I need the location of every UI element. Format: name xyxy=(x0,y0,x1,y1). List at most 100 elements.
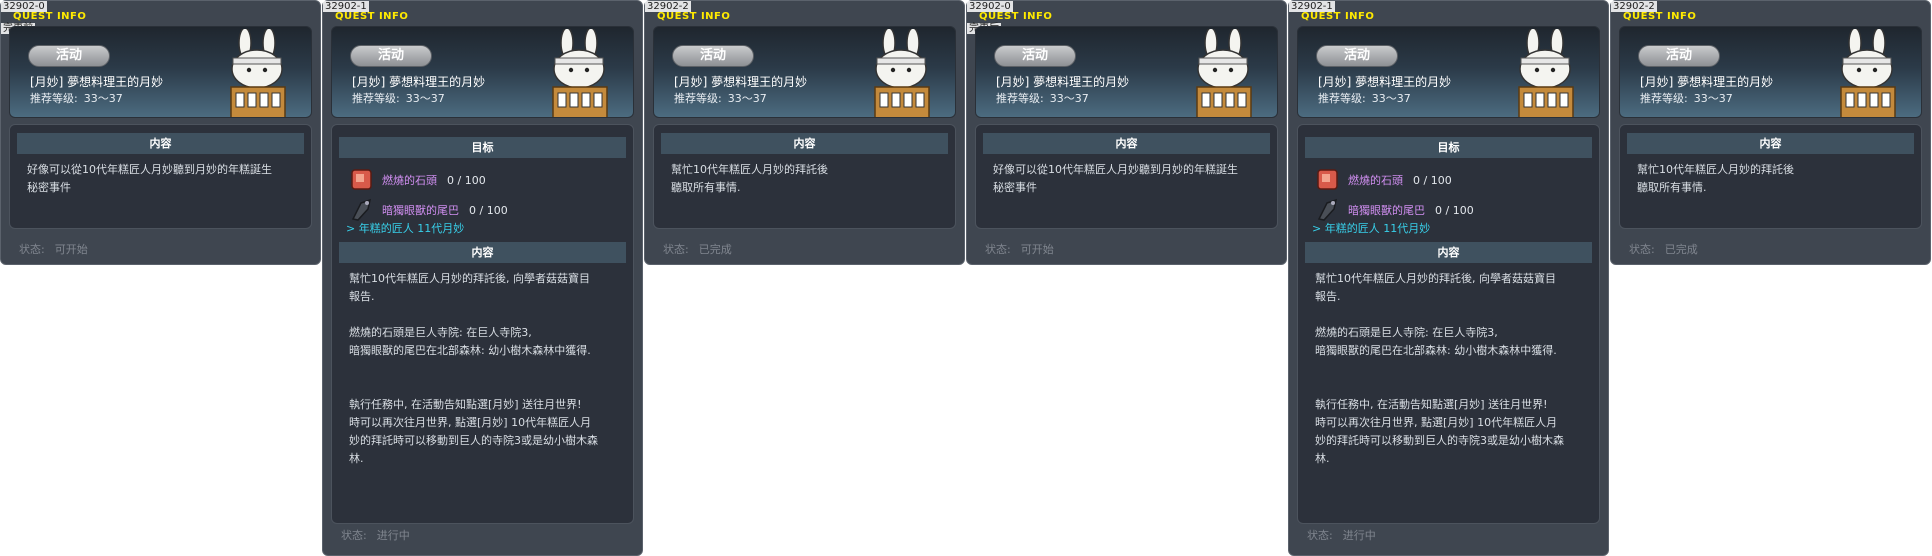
goal-count: 0 / 100 xyxy=(447,174,486,187)
dark-cyclops-tail-icon xyxy=(351,198,372,221)
goal-count: 0 / 100 xyxy=(1413,174,1452,187)
rabbit-chef-npc-icon xyxy=(552,29,608,117)
goal-header: 目标 xyxy=(339,137,626,158)
recommended-level: 推荐等级: 33～37 xyxy=(30,90,123,106)
level-value: 33～37 xyxy=(83,92,123,105)
status-label: 状态: xyxy=(341,529,367,542)
status-value: 可开始 xyxy=(1020,243,1054,256)
content-header: 内容 xyxy=(339,242,626,263)
quest-info-title: QUEST INFO xyxy=(1623,11,1697,22)
burning-stone-icon xyxy=(1317,169,1338,190)
recommended-level: 推荐等级: 33～37 xyxy=(352,90,445,106)
content-text: 幫忙10代年糕匠人月妙的拜託後, 向學者菇菇寶目 報告. 燃燒的石頭是巨人寺院:… xyxy=(1315,272,1564,465)
status-label: 状态: xyxy=(1629,243,1655,256)
goal-count: 0 / 100 xyxy=(469,204,508,217)
npc-link[interactable]: > 年糕的匠人 11代月妙 xyxy=(1312,220,1430,236)
content-box: 目标 燃燒的石頭 0 / 100 暗獨眼獸的尾巴 0 / 100 > 年糕的匠人 1… xyxy=(331,124,634,524)
quest-status: 状态: 可开始 xyxy=(19,241,88,257)
quest-info-window: 32902-1 QUEST INFO 活动 [月妙] 夢想料理王的月妙 推荐等级… xyxy=(1288,0,1609,556)
quest-status: 状态: 已完成 xyxy=(1629,241,1698,257)
quest-status: 状态: 可开始 xyxy=(985,241,1054,257)
level-value: 33～37 xyxy=(1693,92,1733,105)
event-badge: 活动 xyxy=(1638,45,1720,67)
content-text: 幫忙10代年糕匠人月妙的拜託後, 向學者菇菇寶目 報告. 燃燒的石頭是巨人寺院:… xyxy=(349,272,598,465)
status-value: 进行中 xyxy=(376,529,410,542)
quest-header: 活动 [月妙] 夢想料理王的月妙 推荐等级: 33～37 xyxy=(1619,26,1922,118)
quest-info-title: QUEST INFO xyxy=(13,11,87,22)
content-box: 内容 好像可以從10代年糕匠人月妙聽到月妙的年糕誕生 秘密事件 xyxy=(9,124,312,229)
quest-name: [月妙] 夢想料理王的月妙 xyxy=(1640,75,1774,89)
quest-status: 状态: 进行中 xyxy=(341,527,410,543)
event-badge: 活动 xyxy=(350,45,432,67)
content-header: 内容 xyxy=(983,133,1270,154)
level-label: 推荐等级: xyxy=(30,92,78,105)
level-value: 33～37 xyxy=(727,92,767,105)
dark-cyclops-tail-icon xyxy=(1317,198,1338,221)
quest-info-window: 32902-0 QUEST INFO 完更前 活动 [月妙] 夢想料理王的月妙 … xyxy=(0,0,321,265)
event-badge: 活动 xyxy=(994,45,1076,67)
quest-header: 活动 [月妙] 夢想料理王的月妙 推荐等级: 33～37 xyxy=(975,26,1278,118)
status-value: 已完成 xyxy=(698,243,732,256)
content-box: 内容 好像可以從10代年糕匠人月妙聽到月妙的年糕誕生 秘密事件 xyxy=(975,124,1278,229)
burning-stone-icon xyxy=(351,169,372,190)
rabbit-chef-npc-icon xyxy=(230,29,286,117)
level-value: 33～37 xyxy=(1371,92,1411,105)
recommended-level: 推荐等级: 33～37 xyxy=(1640,90,1733,106)
quest-header: 活动 [月妙] 夢想料理王的月妙 推荐等级: 33～37 xyxy=(331,26,634,118)
level-value: 33～37 xyxy=(405,92,445,105)
quest-header: 活动 [月妙] 夢想料理王的月妙 推荐等级: 33～37 xyxy=(653,26,956,118)
goal-name: 燃燒的石頭 xyxy=(382,174,437,187)
content-text: 好像可以從10代年糕匠人月妙聽到月妙的年糕誕生 秘密事件 xyxy=(993,163,1238,194)
recommended-level: 推荐等级: 33～37 xyxy=(1318,90,1411,106)
level-label: 推荐等级: xyxy=(674,92,722,105)
rabbit-chef-npc-icon xyxy=(874,29,930,117)
content-header: 内容 xyxy=(1627,133,1914,154)
recommended-level: 推荐等级: 33～37 xyxy=(996,90,1089,106)
status-value: 已完成 xyxy=(1664,243,1698,256)
goal-item: 暗獨眼獸的尾巴 0 / 100 xyxy=(348,195,618,221)
content-box: 内容 幫忙10代年糕匠人月妙的拜託後 聽取所有事情. xyxy=(1619,124,1922,229)
level-label: 推荐等级: xyxy=(996,92,1044,105)
quest-name: [月妙] 夢想料理王的月妙 xyxy=(1318,75,1452,89)
level-label: 推荐等级: xyxy=(1318,92,1366,105)
quest-info-window: 32902-1 QUEST INFO 活动 [月妙] 夢想料理王的月妙 推荐等级… xyxy=(322,0,643,556)
event-badge: 活动 xyxy=(672,45,754,67)
rabbit-chef-npc-icon xyxy=(1518,29,1574,117)
quest-info-title: QUEST INFO xyxy=(335,11,409,22)
status-label: 状态: xyxy=(663,243,689,256)
quest-info-title: QUEST INFO xyxy=(1301,11,1375,22)
content-text: 幫忙10代年糕匠人月妙的拜託後 聽取所有事情. xyxy=(1637,163,1794,194)
level-label: 推荐等级: xyxy=(352,92,400,105)
quest-status: 状态: 进行中 xyxy=(1307,527,1376,543)
level-value: 33～37 xyxy=(1049,92,1089,105)
content-header: 内容 xyxy=(17,133,304,154)
goal-name: 暗獨眼獸的尾巴 xyxy=(1348,204,1425,217)
content-text: 幫忙10代年糕匠人月妙的拜託後 聽取所有事情. xyxy=(671,163,828,194)
quest-info-title: QUEST INFO xyxy=(979,11,1053,22)
status-label: 状态: xyxy=(1307,529,1333,542)
goal-header: 目标 xyxy=(1305,137,1592,158)
recommended-level: 推荐等级: 33～37 xyxy=(674,90,767,106)
content-box: 目标 燃燒的石頭 0 / 100 暗獨眼獸的尾巴 0 / 100 > 年糕的匠人 1… xyxy=(1297,124,1600,524)
quest-header: 活动 [月妙] 夢想料理王的月妙 推荐等级: 33～37 xyxy=(9,26,312,118)
content-header: 内容 xyxy=(1305,242,1592,263)
status-label: 状态: xyxy=(19,243,45,256)
status-value: 进行中 xyxy=(1342,529,1376,542)
content-text: 好像可以從10代年糕匠人月妙聽到月妙的年糕誕生 秘密事件 xyxy=(27,163,272,194)
level-label: 推荐等级: xyxy=(1640,92,1688,105)
rabbit-chef-npc-icon xyxy=(1840,29,1896,117)
event-badge: 活动 xyxy=(28,45,110,67)
goal-name: 暗獨眼獸的尾巴 xyxy=(382,204,459,217)
goal-item: 燃燒的石頭 0 / 100 xyxy=(348,165,618,191)
quest-header: 活动 [月妙] 夢想料理王的月妙 推荐等级: 33～37 xyxy=(1297,26,1600,118)
goal-item: 暗獨眼獸的尾巴 0 / 100 xyxy=(1314,195,1584,221)
quest-info-title: QUEST INFO xyxy=(657,11,731,22)
quest-info-window: 32902-2 QUEST INFO 活动 [月妙] 夢想料理王的月妙 推荐等级… xyxy=(1610,0,1931,265)
quest-name: [月妙] 夢想料理王的月妙 xyxy=(30,75,164,89)
quest-info-window: 32902-2 QUEST INFO 活动 [月妙] 夢想料理王的月妙 推荐等级… xyxy=(644,0,965,265)
content-box: 内容 幫忙10代年糕匠人月妙的拜託後 聽取所有事情. xyxy=(653,124,956,229)
goal-item: 燃燒的石頭 0 / 100 xyxy=(1314,165,1584,191)
quest-status: 状态: 已完成 xyxy=(663,241,732,257)
quest-name: [月妙] 夢想料理王的月妙 xyxy=(352,75,486,89)
npc-link[interactable]: > 年糕的匠人 11代月妙 xyxy=(346,220,464,236)
